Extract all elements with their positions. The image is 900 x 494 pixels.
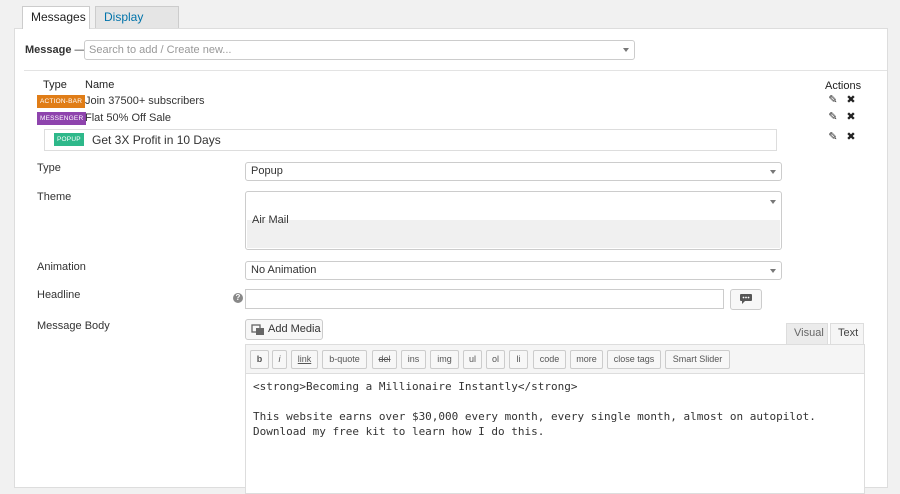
theme-value: Air Mail (252, 214, 289, 226)
pencil-icon[interactable]: ✎ (827, 131, 839, 143)
qt-italic-button[interactable]: i (272, 350, 287, 369)
chevron-down-icon (770, 269, 776, 273)
close-icon[interactable]: ✖ (845, 131, 857, 143)
message-body-label: Message Body (37, 320, 110, 332)
type-badge-messenger: MESSENGER (37, 112, 87, 125)
tab-visual[interactable]: Visual (786, 323, 828, 344)
type-badge-popup: POPUP (54, 133, 84, 146)
column-type: Type (43, 79, 67, 91)
add-media-label: Add Media (268, 323, 321, 335)
message-label-text: Message (25, 44, 72, 56)
qt-code-button[interactable]: code (533, 350, 566, 369)
pencil-icon[interactable]: ✎ (827, 94, 839, 106)
qt-smart-slider-button[interactable]: Smart Slider (665, 350, 730, 369)
animation-value: No Animation (251, 264, 317, 276)
tab-text[interactable]: Text (830, 323, 864, 344)
messages-panel: Message — Search to add / Create new... … (14, 28, 888, 494)
body-line (253, 394, 853, 409)
body-line: This website earns over $30,000 every mo… (253, 410, 816, 423)
type-label: Type (37, 162, 61, 174)
message-name-input[interactable] (90, 132, 773, 148)
qt-close-tags-button[interactable]: close tags (607, 350, 661, 369)
qt-ins-button[interactable]: ins (401, 350, 426, 369)
message-name[interactable]: Join 37500+ subscribers (85, 95, 205, 107)
type-select[interactable]: Popup (245, 162, 782, 181)
add-media-button[interactable]: Add Media (245, 319, 323, 340)
headline-input[interactable] (245, 289, 724, 309)
message-body-editor: b i link b-quote del ins img ul ol li co… (245, 344, 865, 494)
chevron-down-icon (770, 170, 776, 174)
qt-more-button[interactable]: more (570, 350, 603, 369)
message-name[interactable]: Flat 50% Off Sale (85, 112, 171, 124)
headline-label: Headline (37, 289, 81, 301)
theme-option-highlight (247, 220, 780, 248)
type-badge-action-bar: ACTION-BAR (37, 95, 86, 108)
qt-bquote-button[interactable]: b-quote (322, 350, 367, 369)
chevron-down-icon (770, 200, 776, 204)
close-icon[interactable]: ✖ (845, 94, 857, 106)
message-name-editor: POPUP (44, 129, 777, 151)
tab-display-rules[interactable]: Display Rules (95, 6, 179, 44)
column-actions: Actions (825, 80, 862, 92)
body-line: <strong>Becoming a Millionaire Instantly… (253, 380, 578, 393)
qt-bold-button[interactable]: b (250, 350, 269, 369)
message-body-textarea[interactable]: <strong>Becoming a Millionaire Instantly… (253, 379, 853, 439)
question-icon[interactable]: ? (233, 293, 243, 303)
animation-label: Animation (37, 261, 86, 273)
column-name: Name (85, 79, 115, 91)
close-icon[interactable]: ✖ (845, 111, 857, 123)
quicktags-toolbar: b i link b-quote del ins img ul ol li co… (246, 345, 864, 374)
message-search-placeholder: Search to add / Create new... (89, 44, 232, 56)
animation-select[interactable]: No Animation (245, 261, 782, 280)
divider (24, 70, 887, 71)
qt-ul-button[interactable]: ul (463, 350, 482, 369)
body-line: Download my free kit to learn how I do t… (253, 425, 545, 438)
qt-link-button[interactable]: link (291, 350, 318, 369)
qt-ol-button[interactable]: ol (486, 350, 505, 369)
message-search-select[interactable]: Search to add / Create new... (84, 40, 635, 60)
theme-select[interactable]: Air Mail (245, 191, 782, 250)
tab-messages[interactable]: Messages (22, 6, 90, 29)
qt-li-button[interactable]: li (509, 350, 528, 369)
theme-label: Theme (37, 191, 72, 203)
pencil-icon[interactable]: ✎ (827, 111, 839, 123)
chevron-down-icon (623, 48, 629, 52)
message-label: Message — (25, 44, 86, 56)
type-value: Popup (251, 165, 283, 177)
speech-bubble-button[interactable] (730, 289, 762, 310)
speech-bubble-icon (740, 294, 752, 304)
qt-img-button[interactable]: img (430, 350, 459, 369)
media-icon (251, 324, 264, 335)
qt-del-button[interactable]: del (372, 350, 397, 369)
